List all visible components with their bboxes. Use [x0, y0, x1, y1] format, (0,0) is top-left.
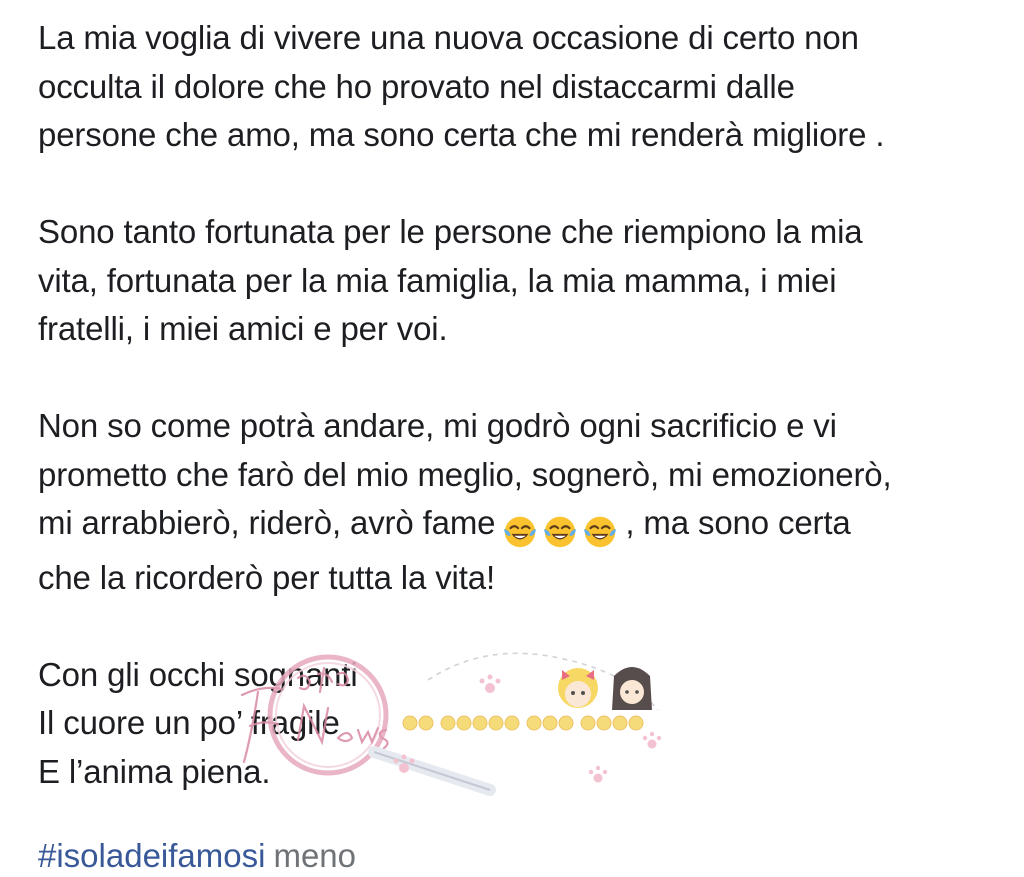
text-line: occulta il dolore che ho provato nel dis…: [38, 67, 795, 105]
paragraph-4: Con gli occhi sognanti Il cuore un po’ f…: [38, 651, 998, 797]
text-line: persone che amo, ma sono certa che mi re…: [38, 116, 885, 153]
hashtag-link[interactable]: #isoladeifamosi: [38, 837, 265, 874]
post-footer: #isoladeifamosi meno: [38, 836, 356, 876]
text-line: E l’anima piena.: [38, 752, 271, 790]
paragraph-2: Sono tanto fortunata per le persone che …: [38, 208, 998, 354]
face-with-tears-of-joy-icon: [544, 517, 577, 548]
text-line: fratelli, i miei amici e per voi.: [38, 310, 448, 347]
post-body: La mia voglia di vivere una nuova occasi…: [38, 14, 998, 845]
text-line-with-emoji: mi arrabbierò, riderò, avrò fame , ma son…: [38, 499, 998, 554]
face-with-tears-of-joy-icon: [584, 517, 617, 548]
text-line: prometto che farò del mio meglio, sogner…: [38, 455, 892, 493]
text-line: Il cuore un po’ fragile: [38, 704, 340, 741]
show-less-link[interactable]: meno: [273, 837, 356, 874]
text-line: vita, fortunata per la mia famiglia, la …: [38, 261, 837, 299]
text-line: Sono tanto fortunata per le persone che …: [38, 213, 863, 250]
text-line: Con gli occhi sognanti: [38, 655, 358, 693]
paragraph-1: La mia voglia di vivere una nuova occasi…: [38, 14, 998, 160]
text-line: che la ricorderò per tutta la vita!: [38, 558, 495, 596]
text-line: Non so come potrà andare, mi godrò ogni …: [38, 407, 837, 444]
emoji-group: [501, 505, 621, 554]
face-with-tears-of-joy-icon: [504, 517, 537, 548]
paragraph-3: Non so come potrà andare, mi godrò ogni …: [38, 402, 998, 602]
text-segment: mi arrabbierò, riderò, avrò fame: [38, 504, 496, 541]
text-line: La mia voglia di vivere una nuova occasi…: [38, 19, 859, 56]
text-segment: , ma sono certa: [625, 504, 851, 541]
